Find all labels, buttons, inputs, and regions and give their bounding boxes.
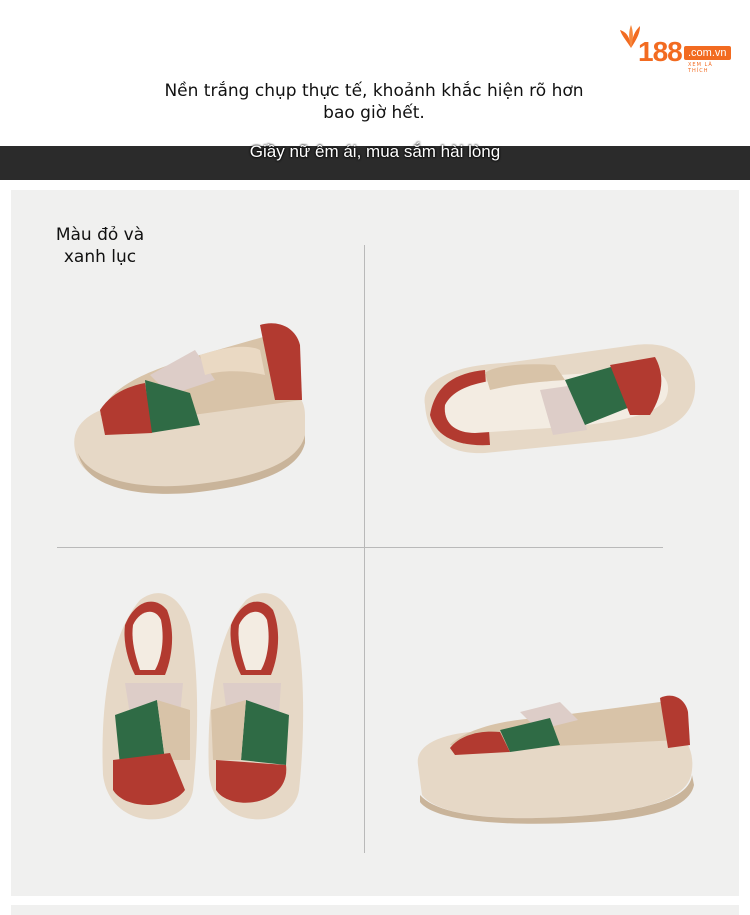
banner-caption: Giầy nữ êm ái, mua sắm hài lòng [249, 142, 501, 161]
logo-number: 188 [638, 36, 683, 67]
shoe-three-quarter-image[interactable] [410, 690, 700, 825]
logo-domain: .com.vn [684, 46, 731, 60]
brand-logo[interactable]: 188 .com.vn XEM LÀ THÍCH [618, 24, 734, 74]
shoe-front-pair-image[interactable] [95, 585, 305, 835]
gallery-divider-vertical [364, 245, 365, 853]
gallery-divider-horizontal [57, 547, 663, 548]
shoe-top-angle-image[interactable] [415, 335, 700, 460]
shoe-side-view-image[interactable] [60, 315, 315, 500]
intro-caption: Nền trắng chụp thực tế, khoảnh khắc hiện… [164, 81, 584, 123]
next-panel-edge [11, 905, 739, 915]
color-variant-label: Màu đỏ và xanh lục [55, 225, 145, 267]
logo-tagline: XEM LÀ THÍCH [688, 62, 713, 74]
